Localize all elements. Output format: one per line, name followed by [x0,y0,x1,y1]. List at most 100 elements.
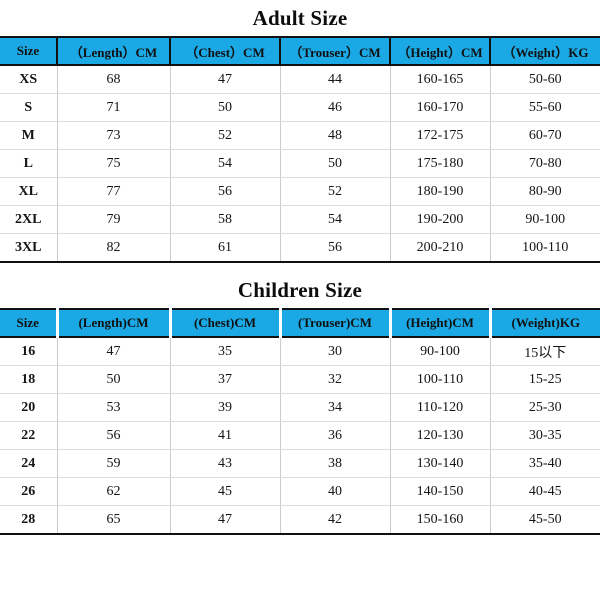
table-row: 2XL 79 58 54 190-200 90-100 [0,205,600,234]
adult-size-table: Size （Length）CM （Chest）CM （Trouser）CM （H… [0,36,600,263]
children-col-header-size: Size [0,308,59,338]
children-cell-chest: 45 [170,477,281,506]
children-cell-chest: 39 [170,393,281,422]
children-cell-size: 18 [0,365,58,394]
adult-cell-length: 79 [57,205,171,234]
adult-cell-chest: 56 [170,177,281,206]
adult-cell-trouser: 48 [280,121,391,150]
adult-cell-height: 175-180 [390,149,491,178]
children-cell-chest: 35 [170,337,281,366]
table-row: XS 68 47 44 160-165 50-60 [0,65,600,94]
adult-cell-weight: 60-70 [490,121,600,150]
children-cell-weight: 40-45 [490,477,600,506]
children-cell-trouser: 42 [280,505,391,534]
adult-cell-size: XL [0,177,58,206]
adult-cell-length: 77 [57,177,171,206]
table-row: 24 59 43 38 130-140 35-40 [0,449,600,478]
adult-cell-size: 3XL [0,233,58,262]
adult-col-header-trouser: （Trouser）CM [279,36,391,66]
table-row: 18 50 37 32 100-110 15-25 [0,365,600,394]
adult-cell-length: 71 [57,93,171,122]
adult-cell-size: M [0,121,58,150]
children-cell-size: 24 [0,449,58,478]
adult-cell-length: 68 [57,65,171,94]
children-cell-weight: 15以下 [490,337,600,366]
adult-cell-weight: 80-90 [490,177,600,206]
adult-cell-weight: 100-110 [490,233,600,262]
children-cell-height: 100-110 [390,365,491,394]
children-cell-weight: 30-35 [490,421,600,450]
adult-cell-size: S [0,93,58,122]
children-cell-length: 62 [57,477,171,506]
children-cell-length: 47 [57,337,171,366]
children-cell-chest: 47 [170,505,281,534]
adult-col-header-weight: （Weight）KG [489,36,600,66]
table-row: 28 65 47 42 150-160 45-50 [0,505,600,534]
children-cell-length: 59 [57,449,171,478]
children-size-title: Children Size [237,278,363,302]
children-cell-trouser: 40 [280,477,391,506]
children-cell-trouser: 38 [280,449,391,478]
size-chart-page: Adult Size Size （Length）CM （Chest）CM （Tr… [0,0,600,600]
table-row: 26 62 45 40 140-150 40-45 [0,477,600,506]
adult-cell-weight: 70-80 [490,149,600,178]
children-cell-size: 26 [0,477,58,506]
adult-cell-length: 82 [57,233,171,262]
children-cell-size: 28 [0,505,58,534]
children-cell-length: 53 [57,393,171,422]
adult-size-section: Adult Size Size （Length）CM （Chest）CM （Tr… [0,0,600,263]
adult-cell-trouser: 54 [280,205,391,234]
children-cell-height: 150-160 [390,505,491,534]
section-spacer [0,263,600,272]
children-cell-trouser: 34 [280,393,391,422]
table-row: 3XL 82 61 56 200-210 100-110 [0,233,600,262]
table-row: M 73 52 48 172-175 60-70 [0,121,600,150]
table-row: XL 77 56 52 180-190 80-90 [0,177,600,206]
children-col-header-chest: (Chest)CM [168,308,282,338]
children-cell-height: 140-150 [390,477,491,506]
children-cell-chest: 43 [170,449,281,478]
children-cell-weight: 25-30 [490,393,600,422]
adult-col-header-height: （Height）CM [389,36,491,66]
children-col-header-height: (Height)CM [388,308,492,338]
adult-col-header-size: Size [0,36,58,66]
children-cell-height: 110-120 [390,393,491,422]
adult-cell-trouser: 52 [280,177,391,206]
children-cell-chest: 41 [170,421,281,450]
adult-cell-chest: 58 [170,205,281,234]
adult-cell-height: 172-175 [390,121,491,150]
adult-cell-height: 200-210 [390,233,491,262]
children-cell-chest: 37 [170,365,281,394]
adult-cell-trouser: 50 [280,149,391,178]
adult-cell-height: 160-170 [390,93,491,122]
adult-cell-size: L [0,149,58,178]
adult-cell-chest: 50 [170,93,281,122]
children-cell-length: 56 [57,421,171,450]
children-cell-size: 20 [0,393,58,422]
children-cell-size: 16 [0,337,58,366]
adult-col-header-length: （Length）CM [56,36,171,66]
adult-col-header-chest: （Chest）CM [169,36,281,66]
adult-cell-height: 180-190 [390,177,491,206]
adult-cell-weight: 55-60 [490,93,600,122]
children-col-header-length: (Length)CM [55,308,172,338]
children-col-header-trouser: (Trouser)CM [278,308,392,338]
adult-cell-length: 75 [57,149,171,178]
children-table-header-row: Size (Length)CM (Chest)CM (Trouser)CM (H… [0,308,600,338]
adult-cell-trouser: 56 [280,233,391,262]
adult-cell-trouser: 46 [280,93,391,122]
adult-cell-trouser: 44 [280,65,391,94]
adult-size-title: Adult Size [252,6,348,30]
table-row: S 71 50 46 160-170 55-60 [0,93,600,122]
adult-cell-chest: 47 [170,65,281,94]
adult-cell-size: 2XL [0,205,58,234]
table-row: 16 47 35 30 90-100 15以下 [0,337,600,366]
adult-cell-weight: 50-60 [490,65,600,94]
children-cell-length: 65 [57,505,171,534]
children-size-section: Children Size Size (Length)CM (Chest)CM … [0,272,600,535]
adult-cell-chest: 54 [170,149,281,178]
children-cell-height: 130-140 [390,449,491,478]
adult-cell-weight: 90-100 [490,205,600,234]
children-cell-trouser: 32 [280,365,391,394]
table-row: L 75 54 50 175-180 70-80 [0,149,600,178]
